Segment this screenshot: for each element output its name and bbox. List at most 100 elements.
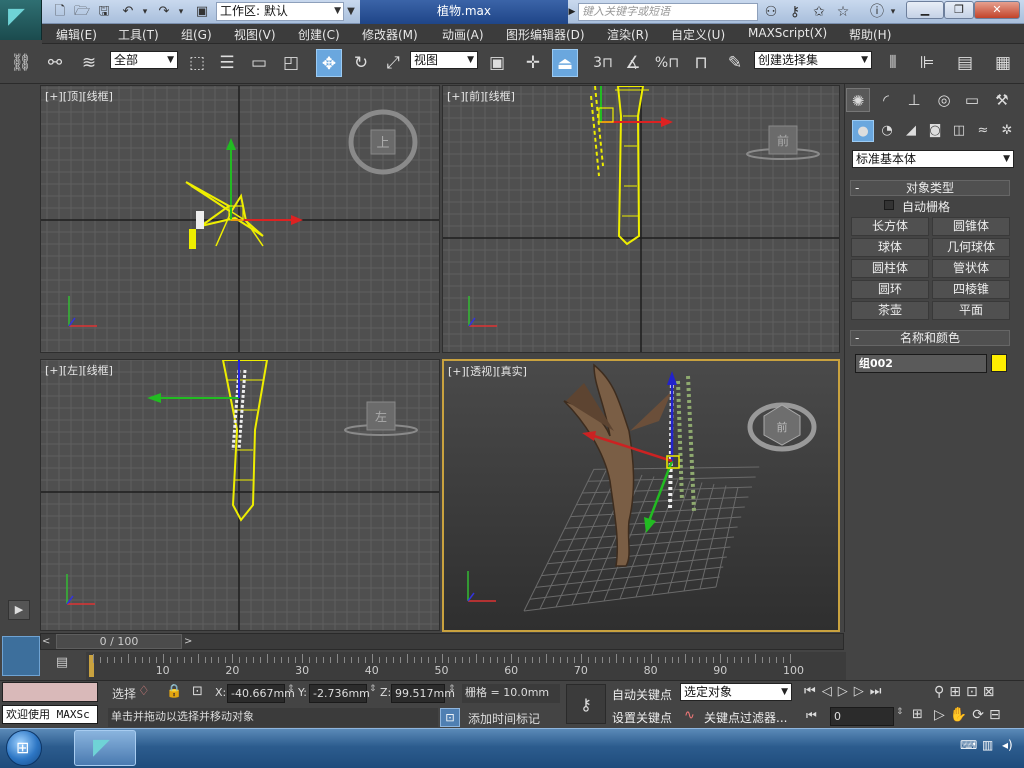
viewport-nav-controls-top[interactable]: ⚲⊞⊡⊠ [934,684,999,700]
cameras-icon[interactable]: ◙ [924,120,946,142]
zoom-all-icon[interactable]: ⊞ [949,684,966,700]
percent-snap-icon[interactable]: %⊓ [654,49,680,77]
binoculars-icon[interactable]: ⚇ [760,3,782,21]
sphere-button[interactable]: 球体 [851,238,929,257]
menu-views[interactable]: 视图(V) [234,26,276,43]
playback-controls[interactable]: ⏮◁▷▷⏭ [804,684,887,699]
spinner-snap-icon[interactable]: ⊓ [688,49,714,77]
maximize-toggle-icon[interactable]: ⊟ [989,707,1006,723]
display-tab-icon[interactable]: ▭ [960,88,984,112]
save-icon[interactable]: 🖫 [94,3,114,21]
cylinder-button[interactable]: 圆柱体 [851,259,929,278]
menu-graph-editors[interactable]: 图形编辑器(D) [506,26,585,43]
spinner-icon[interactable]: ⇕ [287,684,295,694]
play-arrow-icon[interactable]: ▶ [566,3,578,21]
rect-selection-icon[interactable]: ▭ [246,49,272,77]
graphite-ribbon-icon[interactable]: ▦ [990,49,1016,77]
autogrid-checkbox[interactable] [884,200,894,210]
keyboard-shortcut-override-icon[interactable]: ⏏ [552,49,578,77]
set-key-icon[interactable]: ⚷ [566,684,606,724]
restore-button[interactable]: ❐ [944,1,974,19]
orbit-icon[interactable]: ⟳ [972,707,989,723]
add-time-tag-label[interactable]: 添加时间标记 [468,710,540,727]
new-file-icon[interactable]: 🗋 [50,3,70,21]
play-icon[interactable]: ▷ [838,684,854,699]
pyramid-button[interactable]: 四棱锥 [932,280,1010,299]
mirror-icon[interactable]: ⫴ [880,49,906,77]
geosphere-button[interactable]: 几何球体 [932,238,1010,257]
track-bar[interactable] [86,652,846,680]
helpers-icon[interactable]: ◫ [948,120,970,142]
viewport-perspective[interactable]: 前 [+][透视][真实] [442,359,840,632]
workspace-dropdown[interactable]: 工作区: 默认 ▼ [216,2,344,21]
object-color-swatch[interactable] [991,354,1007,372]
layer-manager-icon[interactable]: ▤ [952,49,978,77]
align-icon[interactable]: ⊫ [914,49,940,77]
viewport-nav-controls-bottom[interactable]: ▷✋⟳⊟ [934,707,1006,723]
menu-rendering[interactable]: 渲染(R) [607,26,649,43]
menu-group[interactable]: 组(G) [181,26,212,43]
spinner-icon[interactable]: ⇕ [369,684,377,694]
close-button[interactable]: ✕ [974,1,1020,19]
plane-button[interactable]: 平面 [932,301,1010,320]
manipulate-icon[interactable]: ✛ [520,49,546,77]
viewport-front[interactable]: 前 [+][前][线框] [442,85,840,353]
spinner-icon[interactable]: ⇕ [448,684,456,694]
key-search-icon[interactable]: ⚷ [784,3,806,21]
geometry-icon[interactable]: ● [852,120,874,142]
maxscript-mini-listener[interactable]: 欢迎使用 MAXSc [2,705,98,724]
viewport-layout-icon[interactable] [2,636,40,676]
object-name-field[interactable]: 组002 [855,354,987,373]
viewport-left[interactable]: 左 [+][左][线框] [40,359,440,631]
bind-spacewarp-icon[interactable]: ≋ [76,49,102,77]
workspace-menu-icon[interactable]: ▼ [345,3,357,21]
motion-tab-icon[interactable]: ◎ [932,88,956,112]
shapes-icon[interactable]: ◔ [876,120,898,142]
search-input[interactable]: 键入关键字或短语 [578,3,758,21]
redo-icon[interactable]: ↷ [154,3,174,21]
viewport-label[interactable]: [+][前][线框] [447,88,515,104]
menu-tools[interactable]: 工具(T) [118,26,159,43]
maxscript-listener-pink[interactable] [2,682,98,702]
prev-frame-arrow-icon[interactable]: < [42,634,54,649]
pivot-center-icon[interactable]: ▣ [484,49,510,77]
isolate-icon[interactable]: ♢ [138,684,150,699]
cone-button[interactable]: 圆锥体 [932,217,1010,236]
help-icon[interactable]: ⓘ [866,3,888,21]
goto-end-icon[interactable]: ⏭ [870,684,888,699]
trackbar-filter-icon[interactable]: ▤ [50,655,74,675]
redo-dropdown-icon[interactable]: ▾ [176,3,186,21]
star-icon[interactable]: ✩ [808,3,830,21]
menu-animation[interactable]: 动画(A) [442,26,484,43]
ref-coord-dropdown[interactable]: 视图 ▼ [410,51,478,69]
x-coordinate-field[interactable]: -40.667mm [227,684,295,703]
key-mode-toggle-icon[interactable]: ⏮ [806,708,817,723]
minimize-button[interactable]: ▁ [906,1,944,19]
time-slider-thumb[interactable]: 0 / 100 [56,634,182,649]
unlink-icon[interactable]: ⚯ [42,49,68,77]
select-object-icon[interactable]: ⬚ [184,49,210,77]
auto-key-button[interactable]: 自动关键点 [612,686,672,703]
project-folder-icon[interactable]: ▣ [192,3,212,21]
help-dropdown-icon[interactable]: ▾ [888,3,898,21]
select-move-icon[interactable]: ✥ [316,49,342,77]
z-coordinate-field[interactable]: 99.517mm [391,684,455,703]
zoom-icon[interactable]: ⚲ [934,684,949,700]
next-key-icon[interactable]: ▷ [854,684,870,699]
absolute-mode-icon[interactable]: ⊡ [192,684,203,699]
link-icon[interactable]: ⛓ [8,49,34,77]
goto-start-icon[interactable]: ⏮ [804,684,822,699]
expand-arrow-icon[interactable]: ▶ [8,600,30,620]
volume-tray-icon[interactable]: ◂) [1002,738,1013,752]
primitive-type-dropdown[interactable]: 标准基本体 ▼ [852,150,1014,168]
hierarchy-tab-icon[interactable]: ⊥ [902,88,926,112]
lights-icon[interactable]: ◢ [900,120,922,142]
pan-icon[interactable]: ✋ [950,707,972,723]
y-coordinate-field[interactable]: -2.736mm [309,684,370,703]
set-key-button[interactable]: 设置关键点 [612,709,672,726]
spinner-icon[interactable]: ⇕ [896,707,904,717]
edit-named-selection-icon[interactable]: ✎ [722,49,748,77]
create-tab-icon[interactable]: ✺ [846,88,870,112]
zoom-extents-all-icon[interactable]: ⊠ [983,684,1000,700]
keyboard-tray-icon[interactable]: ⌨ [960,738,977,752]
